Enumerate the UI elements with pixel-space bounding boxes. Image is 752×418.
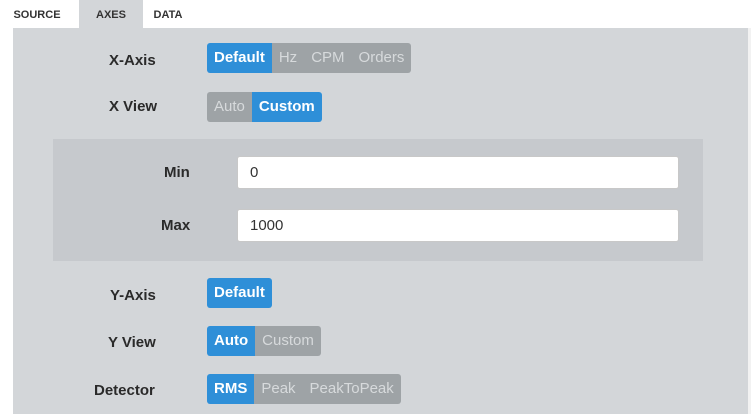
y-axis-label: Y-Axis — [110, 287, 156, 304]
y-view-selector: Auto Custom — [207, 326, 321, 356]
x-axis-option-default[interactable]: Default — [207, 43, 272, 73]
panel-bottom-border — [0, 414, 752, 418]
x-view-option-custom[interactable]: Custom — [251, 92, 322, 122]
detector-label: Detector — [94, 382, 155, 399]
x-axis-option-cpm[interactable]: CPM — [304, 43, 352, 73]
detector-option-rms[interactable]: RMS — [207, 374, 255, 404]
min-input[interactable] — [237, 156, 679, 189]
detector-option-peaktopeak[interactable]: PeakToPeak — [302, 374, 401, 404]
x-view-label: X View — [109, 98, 158, 115]
x-axis-option-hz[interactable]: Hz — [271, 43, 305, 73]
detector-option-peak[interactable]: Peak — [254, 374, 303, 404]
detector-selector: RMS Peak PeakToPeak — [207, 374, 401, 404]
y-axis-option-default[interactable]: Default — [207, 278, 272, 308]
x-axis-selector: Default Hz CPM Orders — [207, 43, 412, 73]
y-view-option-auto[interactable]: Auto — [207, 326, 256, 356]
tab-data[interactable]: DATA — [146, 0, 190, 28]
y-view-label: Y View — [108, 334, 156, 351]
min-label: Min — [164, 164, 190, 181]
tab-source[interactable]: SOURCE — [8, 0, 66, 28]
max-input[interactable] — [237, 209, 679, 242]
y-axis-selector: Default — [207, 278, 272, 308]
x-axis-label: X-Axis — [109, 52, 156, 69]
tab-bar: SOURCE AXES DATA — [0, 0, 752, 28]
y-view-option-custom[interactable]: Custom — [255, 326, 321, 356]
tab-axes[interactable]: AXES — [79, 0, 143, 28]
x-view-option-auto[interactable]: Auto — [207, 92, 252, 122]
x-view-selector: Auto Custom — [207, 92, 322, 122]
max-label: Max — [161, 217, 191, 234]
x-axis-option-orders[interactable]: Orders — [351, 43, 412, 73]
